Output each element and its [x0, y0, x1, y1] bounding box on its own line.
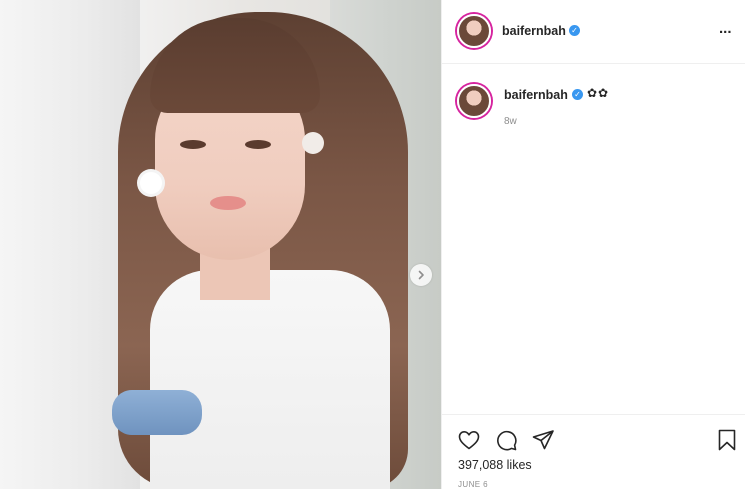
avatar[interactable]: [457, 14, 491, 48]
photo-lips: [210, 196, 246, 210]
photo-denim-sleeve: [112, 390, 202, 435]
post-date[interactable]: JUNE 6: [458, 480, 488, 489]
verified-badge-icon: ✓: [572, 89, 583, 100]
heart-icon[interactable]: [457, 428, 481, 452]
caption-text: ✿✿: [587, 86, 610, 100]
photo-eye-left: [180, 140, 206, 149]
photo-ear-flower: [302, 132, 324, 154]
paper-plane-icon[interactable]: [531, 428, 555, 452]
chevron-right-icon: [418, 270, 424, 280]
header-username[interactable]: baifernbah: [502, 24, 566, 38]
more-options-button[interactable]: ...: [719, 20, 732, 37]
post-sidebar: baifernbah ✓ ... baifernbah ✓ ✿✿ 8w 397,…: [441, 0, 745, 489]
post-actions: 397,088 likes JUNE 6: [442, 414, 745, 489]
bookmark-icon[interactable]: [715, 428, 739, 452]
caption-timestamp[interactable]: 8w: [504, 116, 517, 127]
verified-badge-icon: ✓: [569, 25, 580, 36]
comment-icon[interactable]: [494, 428, 518, 452]
likes-count[interactable]: 397,088 likes: [458, 458, 532, 472]
carousel-next-button[interactable]: [410, 264, 432, 286]
photo-eye-right: [245, 140, 271, 149]
photo-shirt: [150, 270, 390, 489]
post-photo[interactable]: [0, 0, 441, 489]
photo-flower: [140, 172, 162, 194]
caption-username[interactable]: baifernbah: [504, 88, 568, 102]
caption-avatar[interactable]: [457, 84, 491, 118]
post-header: baifernbah ✓ ...: [442, 0, 745, 64]
